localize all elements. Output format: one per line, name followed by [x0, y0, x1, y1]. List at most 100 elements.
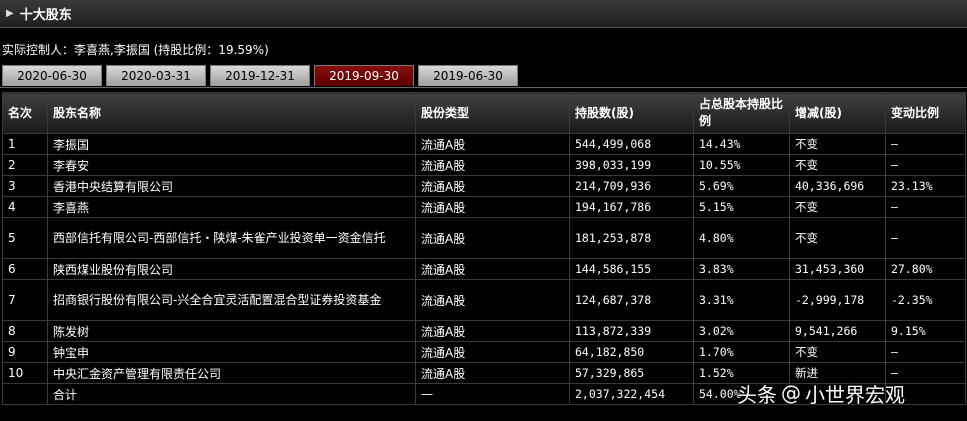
rank-cell: 4: [2, 196, 48, 218]
table-row[interactable]: 5 西部信托有限公司-西部信托・陕煤-朱雀产业投资单一资金信托 流通A股 181,25…: [2, 217, 966, 259]
share-type-cell: 流通A股: [415, 154, 570, 176]
holder-name-cell: 合计: [47, 383, 416, 405]
section-title: 十大股东: [19, 8, 72, 23]
table-row[interactable]: 9 钟宝申 流通A股 64,182,850 1.70% 不变 —: [2, 341, 966, 363]
change-pct-cell: —: [885, 196, 966, 218]
share-type-cell: 流通A股: [415, 341, 570, 363]
holder-name-cell: 陕西煤业股份有限公司: [47, 258, 416, 280]
ratio-cell: 3.83%: [693, 258, 790, 280]
tab-2019-12-31[interactable]: 2019-12-31: [210, 65, 310, 86]
ratio-cell: 5.15%: [693, 196, 790, 218]
table-row[interactable]: 7 招商银行股份有限公司-兴全合宜灵活配置混合型证券投资基金 流通A股 124,687…: [2, 279, 966, 321]
tab-2019-09-30[interactable]: 2019-09-30: [314, 65, 414, 86]
date-tabs: 2020-06-30 2020-03-31 2019-12-31 2019-09-30…: [0, 65, 967, 88]
share-type-cell: 流通A股: [415, 217, 570, 259]
rank-cell: 9: [2, 341, 48, 363]
shareholders-table: 名次 股东名称 股份类型 持股数(股) 占总股本持股比例 增减(股) 变动比例 1 李振国 流通…: [2, 92, 966, 405]
ratio-cell: 1.70%: [693, 341, 790, 363]
watermark-author: 小世界宏观: [805, 382, 905, 407]
ratio-cell: 4.80%: [693, 217, 790, 259]
col-change-header[interactable]: 增减(股): [789, 92, 886, 134]
col-share-type-header[interactable]: 股份类型: [415, 92, 570, 134]
rank-cell: 8: [2, 320, 48, 342]
share-type-cell: 流通A股: [415, 320, 570, 342]
share-type-cell: 流通A股: [415, 196, 570, 218]
watermark-at: @: [781, 381, 801, 405]
table-row[interactable]: 3 香港中央结算有限公司 流通A股 214,709,936 5.69% 40,336,69…: [2, 175, 966, 197]
holder-name-cell: 李喜燕: [47, 196, 416, 218]
share-type-cell: 流通A股: [415, 258, 570, 280]
holder-name-cell: 李振国: [47, 133, 416, 155]
table-row[interactable]: 8 陈发树 流通A股 113,872,339 3.02% 9,541,266 9.15%: [2, 320, 966, 342]
holder-name-cell: 中央汇金资产管理有限责任公司: [47, 362, 416, 384]
shares-cell: 2,037,322,454: [569, 383, 694, 405]
ratio-cell: 10.55%: [693, 154, 790, 176]
rank-cell: 3: [2, 175, 48, 197]
change-cell: -2,999,178: [789, 279, 886, 321]
holder-name-cell: 陈发树: [47, 320, 416, 342]
change-cell: 不变: [789, 217, 886, 259]
change-cell: 不变: [789, 133, 886, 155]
holder-name-cell: 招商银行股份有限公司-兴全合宜灵活配置混合型证券投资基金: [47, 279, 416, 321]
change-pct-cell: 23.13%: [885, 175, 966, 197]
section-header[interactable]: ▶ 十大股东: [0, 0, 967, 28]
shares-cell: 124,687,378: [569, 279, 694, 321]
rank-cell: 6: [2, 258, 48, 280]
shares-cell: 544,499,068: [569, 133, 694, 155]
share-type-cell: 流通A股: [415, 279, 570, 321]
shares-cell: 57,329,865: [569, 362, 694, 384]
watermark: 头条 @ 小世界宏观: [737, 378, 905, 408]
table-row[interactable]: 4 李喜燕 流通A股 194,167,786 5.15% 不变 —: [2, 196, 966, 218]
change-cell: 31,453,360: [789, 258, 886, 280]
collapse-triangle-icon[interactable]: ▶: [6, 8, 14, 19]
table-header-row: 名次 股东名称 股份类型 持股数(股) 占总股本持股比例 增减(股) 变动比例: [2, 92, 966, 134]
ratio-cell: 5.69%: [693, 175, 790, 197]
rank-cell: 1: [2, 133, 48, 155]
shares-cell: 144,586,155: [569, 258, 694, 280]
tab-2020-06-30[interactable]: 2020-06-30: [2, 65, 102, 86]
shares-cell: 194,167,786: [569, 196, 694, 218]
tab-2020-03-31[interactable]: 2020-03-31: [106, 65, 206, 86]
holder-name-cell: 钟宝申: [47, 341, 416, 363]
share-type-cell: —: [415, 383, 570, 405]
change-pct-cell: —: [885, 154, 966, 176]
col-rank-header[interactable]: 名次: [2, 92, 48, 134]
change-cell: 40,336,696: [789, 175, 886, 197]
holder-name-cell: 李春安: [47, 154, 416, 176]
change-pct-cell: —: [885, 217, 966, 259]
col-holder-name-header[interactable]: 股东名称: [47, 92, 416, 134]
change-pct-cell: —: [885, 341, 966, 363]
shares-cell: 64,182,850: [569, 341, 694, 363]
change-pct-cell: -2.35%: [885, 279, 966, 321]
ratio-cell: 3.31%: [693, 279, 790, 321]
ratio-cell: 3.02%: [693, 320, 790, 342]
rank-cell: 7: [2, 279, 48, 321]
watermark-brand: 头条: [737, 382, 777, 407]
col-change-pct-header[interactable]: 变动比例: [885, 92, 966, 134]
change-cell: 不变: [789, 196, 886, 218]
share-type-cell: 流通A股: [415, 133, 570, 155]
holder-name-cell: 香港中央结算有限公司: [47, 175, 416, 197]
col-shares-header[interactable]: 持股数(股): [569, 92, 694, 134]
change-cell: 9,541,266: [789, 320, 886, 342]
actual-controller-text: 实际控制人：李喜燕,李振国 (持股比例：19.59%): [2, 43, 269, 57]
table-row[interactable]: 2 李春安 流通A股 398,033,199 10.55% 不变 —: [2, 154, 966, 176]
rank-cell: 2: [2, 154, 48, 176]
change-cell: 不变: [789, 154, 886, 176]
change-pct-cell: —: [885, 133, 966, 155]
change-pct-cell: 9.15%: [885, 320, 966, 342]
rank-cell: 5: [2, 217, 48, 259]
shares-cell: 181,253,878: [569, 217, 694, 259]
col-ratio-header[interactable]: 占总股本持股比例: [693, 92, 790, 134]
table-row[interactable]: 6 陕西煤业股份有限公司 流通A股 144,586,155 3.83% 31,453,36…: [2, 258, 966, 280]
change-cell: 不变: [789, 341, 886, 363]
share-type-cell: 流通A股: [415, 362, 570, 384]
share-type-cell: 流通A股: [415, 175, 570, 197]
change-pct-cell: 27.80%: [885, 258, 966, 280]
holder-name-cell: 西部信托有限公司-西部信托・陕煤-朱雀产业投资单一资金信托: [47, 217, 416, 259]
shares-cell: 113,872,339: [569, 320, 694, 342]
rank-cell: [2, 383, 48, 405]
tab-2019-06-30[interactable]: 2019-06-30: [418, 65, 518, 86]
shares-cell: 398,033,199: [569, 154, 694, 176]
table-row[interactable]: 1 李振国 流通A股 544,499,068 14.43% 不变 —: [2, 133, 966, 155]
